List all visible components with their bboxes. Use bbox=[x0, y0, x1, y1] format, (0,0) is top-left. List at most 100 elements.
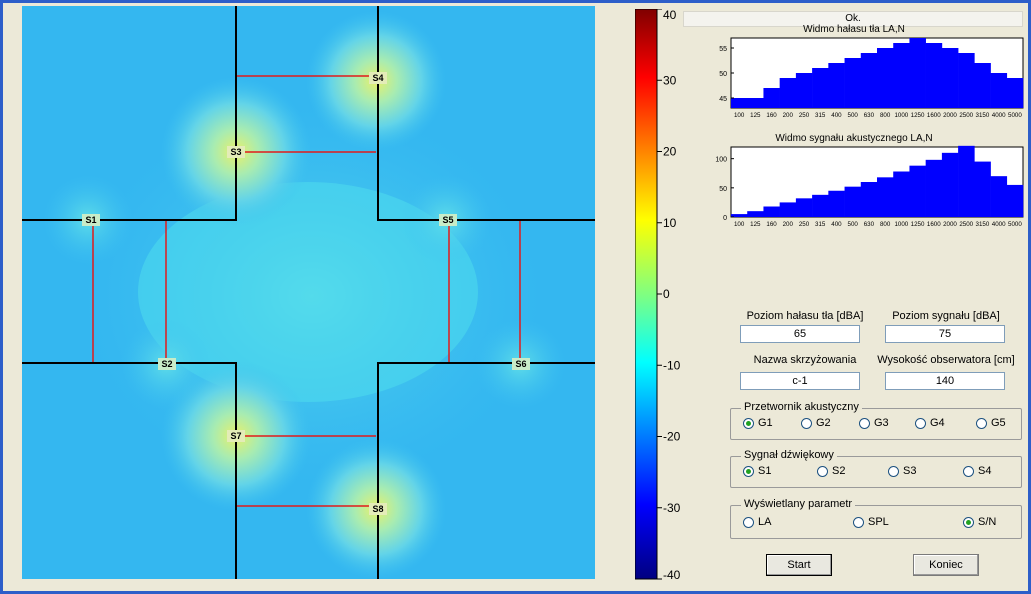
radio-la-label: LA bbox=[758, 516, 772, 528]
radio-g2[interactable]: G2 bbox=[801, 417, 831, 429]
noise-spectrum-svg: 45 50 55 100 125 160 200 250 315 400 500 630 800 1000… bbox=[719, 37, 1024, 119]
radio-g2-dot[interactable] bbox=[801, 417, 812, 429]
spectrum-bar bbox=[828, 190, 845, 217]
radio-spl-dot[interactable] bbox=[853, 516, 864, 528]
colorbar-tick: -30 bbox=[663, 501, 681, 515]
radio-g4[interactable]: G4 bbox=[915, 417, 945, 429]
point-s4[interactable]: S4 bbox=[369, 72, 387, 84]
colorbar-tick: 20 bbox=[663, 145, 677, 159]
spectrum-bar bbox=[860, 182, 878, 217]
start-button[interactable]: Start bbox=[766, 554, 832, 576]
param-group: Wyświetlany parametr LA SPL S/N bbox=[730, 498, 1022, 539]
x-tick-label: 4000 bbox=[992, 112, 1006, 119]
x-tick-label: 1250 bbox=[911, 221, 925, 228]
x-tick-label: 630 bbox=[864, 221, 875, 228]
x-tick-label: 1600 bbox=[927, 221, 941, 228]
radio-la[interactable]: LA bbox=[743, 516, 771, 528]
point-s8-label: S8 bbox=[372, 504, 383, 514]
noise-map-svg: S1 S2 S3 S4 S5 S6 S7 S8 bbox=[22, 6, 595, 579]
spectrum-bar bbox=[909, 38, 926, 108]
spectrum-bar bbox=[941, 152, 959, 217]
x-tick-label: 200 bbox=[783, 221, 794, 228]
point-s3-label: S3 bbox=[230, 147, 241, 157]
x-tick-label: 315 bbox=[815, 112, 826, 119]
spectrum-bar bbox=[795, 198, 813, 217]
x-tick-label: 1000 bbox=[894, 112, 908, 119]
spectrum-bar bbox=[844, 186, 862, 217]
spectrum-bar bbox=[909, 165, 926, 217]
radio-g3[interactable]: G3 bbox=[859, 417, 889, 429]
observer-height-input[interactable] bbox=[885, 372, 1005, 390]
spectrum-bar bbox=[844, 58, 862, 108]
radio-sn[interactable]: S/N bbox=[963, 516, 996, 528]
spectrum-bar bbox=[925, 159, 943, 217]
radio-s2-dot[interactable] bbox=[817, 465, 828, 477]
radio-s3-dot[interactable] bbox=[888, 465, 899, 477]
spectrum-bar bbox=[893, 43, 910, 108]
y-tick-label: 55 bbox=[719, 46, 727, 53]
radio-g5[interactable]: G5 bbox=[976, 417, 1006, 429]
app-window: S1 S2 S3 S4 S5 S6 S7 S8 40 30 20 10 0 -1… bbox=[3, 3, 1028, 591]
x-tick-label: 2000 bbox=[943, 221, 957, 228]
colorbar-tick: 0 bbox=[663, 287, 670, 301]
x-tick-label: 2500 bbox=[959, 221, 973, 228]
observer-height-label: Wysokość obserwatora [cm] bbox=[877, 354, 1015, 366]
radio-g5-dot[interactable] bbox=[976, 417, 987, 429]
signal-group: Sygnał dźwiękowy S1 S2 S3 S4 bbox=[730, 449, 1022, 488]
point-s3[interactable]: S3 bbox=[227, 146, 245, 158]
point-s5[interactable]: S5 bbox=[439, 214, 457, 226]
noise-level-input[interactable] bbox=[740, 325, 860, 343]
radio-g5-label: G5 bbox=[991, 417, 1006, 429]
x-tick-label: 1250 bbox=[911, 112, 925, 119]
radio-s4-dot[interactable] bbox=[963, 465, 974, 477]
spectrum-bar bbox=[731, 98, 748, 108]
point-s6[interactable]: S6 bbox=[512, 358, 530, 370]
x-tick-label: 5000 bbox=[1008, 112, 1022, 119]
spectrum-bar bbox=[812, 68, 829, 108]
radio-s2-label: S2 bbox=[832, 465, 846, 477]
radio-s1[interactable]: S1 bbox=[743, 465, 771, 477]
point-s8[interactable]: S8 bbox=[369, 503, 387, 515]
spectrum-bar bbox=[958, 53, 975, 108]
spectrum-bar bbox=[747, 98, 764, 108]
spectrum-bar bbox=[990, 176, 1008, 217]
x-tick-label: 2500 bbox=[959, 112, 973, 119]
end-button[interactable]: Koniec bbox=[913, 554, 979, 576]
point-s1[interactable]: S1 bbox=[82, 214, 100, 226]
radio-g4-dot[interactable] bbox=[915, 417, 926, 429]
y-tick-label: 50 bbox=[719, 71, 727, 78]
radio-s2[interactable]: S2 bbox=[817, 465, 845, 477]
crossing-name-label: Nazwa skrzyżowania bbox=[753, 354, 857, 366]
radio-s1-dot[interactable] bbox=[743, 465, 754, 477]
point-s2[interactable]: S2 bbox=[158, 358, 176, 370]
x-tick-label: 3150 bbox=[976, 112, 990, 119]
radio-la-dot[interactable] bbox=[743, 516, 754, 528]
x-tick-label: 250 bbox=[799, 221, 810, 228]
radio-spl[interactable]: SPL bbox=[853, 516, 889, 528]
radio-g3-dot[interactable] bbox=[859, 417, 870, 429]
signal-level-input[interactable] bbox=[885, 325, 1005, 343]
point-s7[interactable]: S7 bbox=[227, 430, 245, 442]
x-tick-label: 125 bbox=[750, 112, 761, 119]
radio-s4[interactable]: S4 bbox=[963, 465, 991, 477]
noise-map[interactable]: S1 S2 S3 S4 S5 S6 S7 S8 bbox=[22, 6, 595, 579]
x-tick-label: 400 bbox=[831, 112, 842, 119]
x-tick-label: 200 bbox=[783, 112, 794, 119]
spectrum-bar bbox=[877, 177, 894, 217]
radio-g1[interactable]: G1 bbox=[743, 417, 773, 429]
radio-sn-dot[interactable] bbox=[963, 516, 974, 528]
spectrum-bar bbox=[925, 43, 943, 108]
x-tick-label: 1600 bbox=[927, 112, 941, 119]
spectrum-bar bbox=[877, 48, 894, 108]
spectrum-bar bbox=[763, 206, 780, 217]
spectrum-bar bbox=[795, 73, 813, 108]
crossing-name-input[interactable] bbox=[740, 372, 860, 390]
spectrum-bar bbox=[893, 171, 910, 217]
spectrum-bar bbox=[860, 53, 878, 108]
colorbar-tick: -40 bbox=[663, 568, 681, 581]
radio-s3[interactable]: S3 bbox=[888, 465, 916, 477]
colorbar-tick: 30 bbox=[663, 73, 677, 87]
x-tick-label: 1000 bbox=[894, 221, 908, 228]
radio-s1-label: S1 bbox=[758, 465, 772, 477]
radio-g1-dot[interactable] bbox=[743, 417, 754, 429]
